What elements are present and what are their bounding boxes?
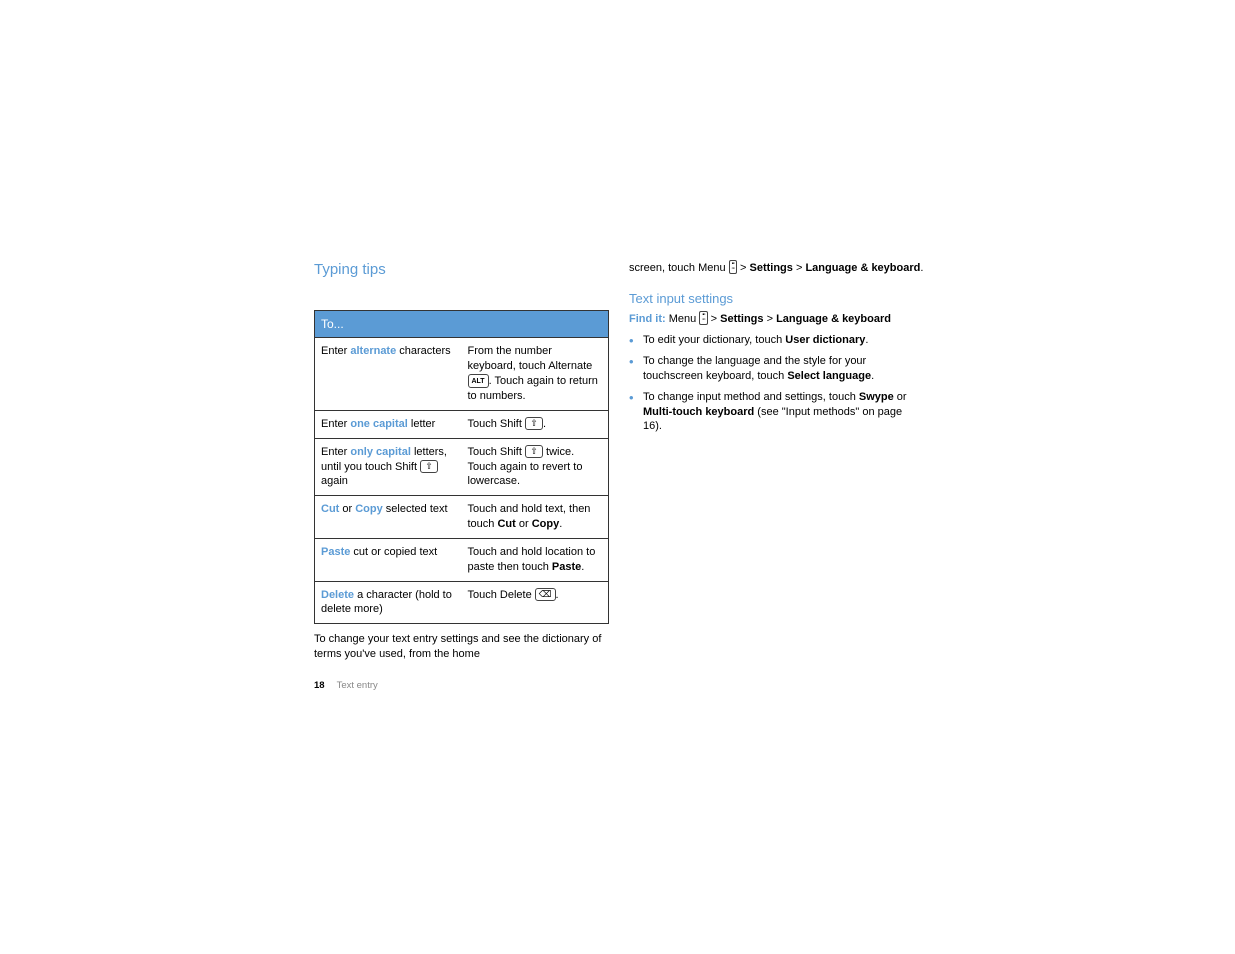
shift-key-icon bbox=[420, 460, 438, 473]
menu-icon bbox=[729, 260, 737, 274]
footer-section: Text entry bbox=[337, 680, 378, 691]
list-item: To edit your dictionary, touch User dict… bbox=[629, 333, 924, 348]
list-item: To change the language and the style for… bbox=[629, 354, 924, 384]
shift-key-icon bbox=[525, 417, 543, 430]
delete-key-icon bbox=[535, 588, 556, 601]
heading-text-input-settings: Text input settings bbox=[629, 290, 924, 308]
table-row: Cut or Copy selected text Touch and hold… bbox=[315, 496, 609, 539]
left-column: Typing tips To... Enter alternate charac… bbox=[314, 260, 609, 662]
right-column: screen, touch Menu > Settings > Language… bbox=[629, 260, 924, 662]
shift-key-icon bbox=[525, 445, 543, 458]
table-row: Delete a character (hold to delete more)… bbox=[315, 581, 609, 624]
table-header: To... bbox=[315, 311, 609, 338]
page-footer: 18 Text entry bbox=[314, 680, 378, 691]
table-row: Enter only capital letters, until you to… bbox=[315, 438, 609, 496]
menu-icon bbox=[699, 311, 707, 325]
settings-bullet-list: To edit your dictionary, touch User dict… bbox=[629, 333, 924, 434]
page-number: 18 bbox=[314, 680, 325, 691]
table-row: Enter one capital letter Touch Shift . bbox=[315, 410, 609, 438]
left-after-table-text: To change your text entry settings and s… bbox=[314, 632, 609, 662]
alt-key-icon bbox=[468, 374, 489, 388]
continuation-text: screen, touch Menu > Settings > Language… bbox=[629, 260, 924, 276]
list-item: To change input method and settings, tou… bbox=[629, 390, 924, 435]
heading-typing-tips: Typing tips bbox=[314, 260, 609, 280]
typing-tips-table: To... Enter alternate characters From th… bbox=[314, 310, 609, 624]
find-it-line: Find it: Menu > Settings > Language & ke… bbox=[629, 311, 924, 327]
table-row: Enter alternate characters From the numb… bbox=[315, 338, 609, 410]
page-content: Typing tips To... Enter alternate charac… bbox=[314, 260, 924, 662]
table-row: Paste cut or copied text Touch and hold … bbox=[315, 538, 609, 581]
